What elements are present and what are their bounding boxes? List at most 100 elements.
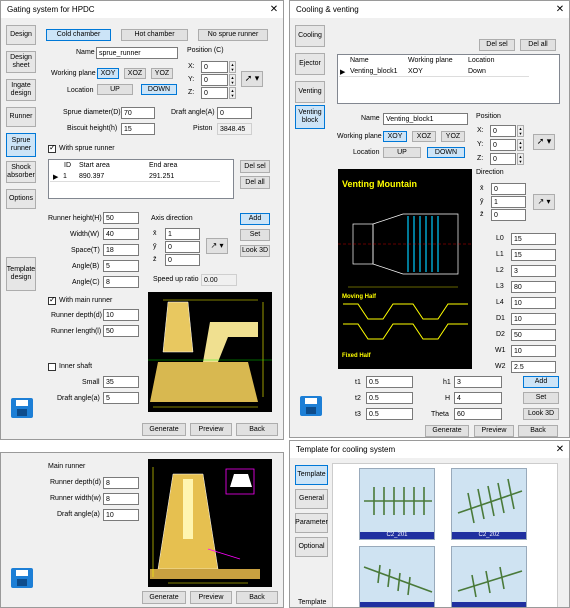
side-tab-shock-absorber[interactable]: Shock absorber — [6, 161, 36, 183]
pos-y-spin[interactable]: ▲ ▼ — [229, 74, 236, 86]
side-tab-design-sheet[interactable]: Design sheet — [6, 51, 36, 73]
l1-input[interactable]: 15 — [511, 249, 556, 261]
template-tile-c2-201[interactable]: C2_201 — [359, 468, 435, 540]
plane-xoy-button[interactable]: XOY — [97, 68, 119, 79]
preview-button[interactable]: Preview — [190, 423, 232, 436]
axis-pick-button[interactable]: ↗ ▾ — [206, 238, 228, 254]
side-tab-venting[interactable]: Venting — [295, 81, 325, 103]
add-button[interactable]: Add — [240, 213, 270, 225]
biscuit-height-input[interactable]: 15 — [121, 123, 155, 135]
axis-y-input[interactable]: 0 — [165, 241, 200, 253]
pos-x-input[interactable]: 0 — [201, 61, 228, 73]
pos-z-spin[interactable]: ▲ ▼ — [517, 153, 524, 165]
side-tab-sprue-runner[interactable]: Sprue runner — [6, 133, 36, 157]
side-tab-venting-block[interactable]: Venting block — [295, 105, 325, 129]
generate-button[interactable]: Generate — [142, 423, 186, 436]
plane-yoz-button[interactable]: YOZ — [151, 68, 173, 79]
pos-x-spin[interactable]: ▲ ▼ — [517, 125, 524, 137]
close-icon[interactable]: ✕ — [265, 4, 283, 15]
template-tile-4[interactable] — [451, 546, 527, 607]
preview-button[interactable]: Preview — [190, 591, 232, 604]
l3-input[interactable]: 80 — [511, 281, 556, 293]
side-tab-template-design[interactable]: Template design — [6, 257, 36, 291]
h-input[interactable]: 4 — [454, 392, 502, 404]
del-sel-button[interactable]: Del sel — [240, 160, 270, 173]
del-all-button[interactable]: Del all — [240, 176, 270, 189]
look-3d-button[interactable]: Look 3D — [240, 245, 270, 257]
theta-input[interactable]: 60 — [454, 408, 502, 420]
plane-xoy-button[interactable]: XOY — [383, 131, 407, 142]
t3-input[interactable]: 0.5 — [366, 408, 413, 420]
pos-x-input[interactable]: 0 — [490, 125, 516, 137]
save-icon[interactable] — [11, 398, 33, 418]
side-tab-runner[interactable]: Runner — [6, 107, 36, 127]
pos-z-input[interactable]: 0 — [490, 153, 516, 165]
side-tab-ejector[interactable]: Ejector — [295, 53, 325, 75]
side-tab-ingate-design[interactable]: Ingate design — [6, 79, 36, 101]
draft-angle-input[interactable]: 10 — [103, 509, 139, 521]
side-tab-optional[interactable]: Optional — [295, 537, 328, 557]
draft-angle-a-input[interactable]: 5 — [103, 392, 139, 404]
t1-input[interactable]: 0.5 — [366, 376, 413, 388]
dir-z-input[interactable]: 0 — [491, 209, 526, 221]
location-down-button[interactable]: DOWN — [141, 84, 177, 95]
preview-button[interactable]: Preview — [474, 425, 514, 437]
name-input[interactable]: sprue_runner — [96, 47, 178, 59]
location-down-button[interactable]: DOWN — [427, 147, 465, 158]
pos-x-spin[interactable]: ▲ ▼ — [229, 61, 236, 73]
set-button[interactable]: Set — [240, 229, 270, 241]
close-icon[interactable]: ✕ — [551, 4, 569, 15]
dir-pick-button[interactable]: ↗ ▾ — [533, 194, 555, 210]
close-icon[interactable]: ✕ — [551, 444, 569, 455]
inner-shaft-checkbox[interactable] — [48, 363, 56, 371]
del-sel-button[interactable]: Del sel — [479, 39, 515, 51]
dir-y-input[interactable]: 1 — [491, 196, 526, 208]
pos-y-input[interactable]: 0 — [201, 74, 228, 86]
save-icon[interactable] — [300, 396, 322, 416]
generate-button[interactable]: Generate — [142, 591, 186, 604]
tab-no-sprue-runner[interactable]: No sprue runner — [198, 29, 268, 41]
axis-z-input[interactable]: 0 — [165, 254, 200, 266]
generate-button[interactable]: Generate — [425, 425, 469, 437]
pos-z-spin[interactable]: ▲ ▼ — [229, 87, 236, 99]
pick-point-button[interactable]: ➚ ▾ — [241, 71, 263, 87]
l0-input[interactable]: 15 — [511, 233, 556, 245]
del-all-button[interactable]: Del all — [520, 39, 556, 51]
plane-xoz-button[interactable]: XOZ — [412, 131, 436, 142]
location-up-button[interactable]: UP — [97, 84, 133, 95]
side-tab-parameter[interactable]: Parameter — [295, 513, 328, 533]
back-button[interactable]: Back — [236, 591, 278, 604]
angle-b-input[interactable]: 5 — [103, 260, 139, 272]
set-button[interactable]: Set — [523, 392, 559, 404]
plane-yoz-button[interactable]: YOZ — [441, 131, 465, 142]
side-tab-options[interactable]: Options — [6, 189, 36, 209]
dir-x-input[interactable]: 0 — [491, 183, 526, 195]
back-button[interactable]: Back — [518, 425, 558, 437]
table-row[interactable]: ▶ 1 890.397 291.251 — [50, 172, 220, 182]
side-tab-cooling[interactable]: Cooling — [295, 25, 325, 47]
look-3d-button[interactable]: Look 3D — [523, 408, 559, 420]
save-icon[interactable] — [11, 568, 33, 588]
runner-depth-input[interactable]: 10 — [103, 309, 139, 321]
l4-input[interactable]: 10 — [511, 297, 556, 309]
plane-xoz-button[interactable]: XOZ — [124, 68, 146, 79]
draft-angle-input[interactable]: 0 — [217, 107, 252, 119]
pos-z-input[interactable]: 0 — [201, 87, 228, 99]
with-sprue-checkbox[interactable] — [48, 143, 56, 153]
t2-input[interactable]: 0.5 — [366, 392, 413, 404]
d1-input[interactable]: 10 — [511, 313, 556, 325]
space-input[interactable]: 18 — [103, 244, 139, 256]
w1-input[interactable]: 10 — [511, 345, 556, 357]
d2-input[interactable]: 50 — [511, 329, 556, 341]
axis-x-input[interactable]: 1 — [165, 228, 200, 240]
l2-input[interactable]: 3 — [511, 265, 556, 277]
sprue-diameter-input[interactable]: 70 — [121, 107, 155, 119]
table-row[interactable]: ▶ Venting_block1 XOY Down — [339, 67, 529, 77]
location-up-button[interactable]: UP — [383, 147, 421, 158]
runner-depth-input[interactable]: 8 — [103, 477, 139, 489]
pick-point-button[interactable]: ➚ ▾ — [533, 134, 555, 150]
width-input[interactable]: 40 — [103, 228, 139, 240]
back-button[interactable]: Back — [236, 423, 278, 436]
tab-cold-chamber[interactable]: Cold chamber — [46, 29, 111, 41]
runner-length-input[interactable]: 50 — [103, 325, 139, 337]
